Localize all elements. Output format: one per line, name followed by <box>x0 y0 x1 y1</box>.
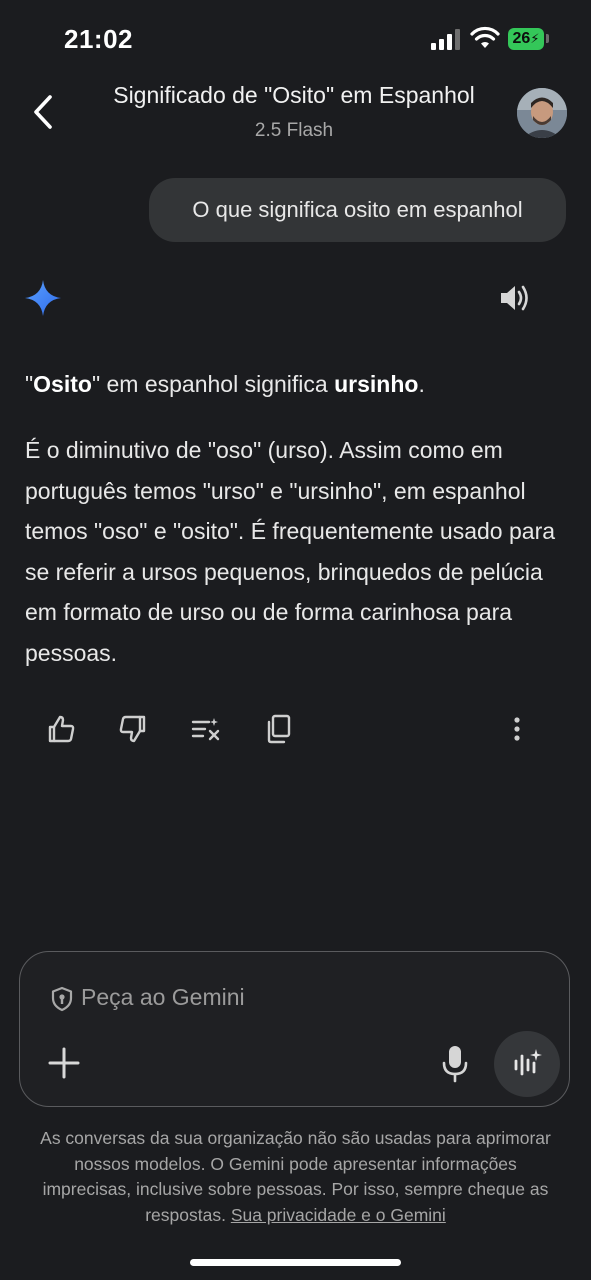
user-message-text: O que significa osito em espanhol <box>192 197 523 222</box>
avatar-photo <box>517 88 567 138</box>
response-quote-open: " <box>25 371 34 397</box>
modify-response-button[interactable] <box>189 712 223 746</box>
prompt-input-container[interactable] <box>19 951 570 1107</box>
privacy-disclaimer: As conversas da sua organização não são … <box>30 1126 561 1228</box>
speaker-icon[interactable] <box>498 282 532 314</box>
signal-icon <box>431 29 460 50</box>
live-waveform-icon <box>514 1049 542 1076</box>
status-time: 21:02 <box>64 24 133 54</box>
battery-charging-icon: 26 ⚡ <box>508 28 544 50</box>
response-text-2: . <box>418 371 425 397</box>
add-button[interactable] <box>46 1045 82 1081</box>
user-message-bubble[interactable]: O que significa osito em espanhol <box>149 178 566 242</box>
battery-level: 26 <box>512 30 531 47</box>
thumbs-up-icon <box>48 715 75 743</box>
home-indicator[interactable] <box>190 1259 401 1266</box>
modify-response-icon <box>191 718 220 741</box>
wifi-icon <box>470 26 500 48</box>
gemini-sparkle-icon <box>25 280 61 316</box>
more-options-button[interactable] <box>500 712 534 746</box>
thumbs-down-button[interactable] <box>116 712 150 746</box>
microphone-button[interactable] <box>440 1044 470 1084</box>
more-options-icon <box>514 717 520 741</box>
battery-cap <box>546 34 549 43</box>
response-text-1: " em espanhol significa <box>91 371 335 397</box>
privacy-link[interactable]: Sua privacidade e o Gemini <box>231 1205 446 1225</box>
response-bold-osito: Osito <box>33 371 92 397</box>
copy-icon <box>267 714 291 744</box>
prompt-input[interactable]: Peça ao Gemini <box>81 984 245 1011</box>
shield-icon <box>51 986 73 1012</box>
response-paragraph-1: "Osito" em espanhol significa ursinho. <box>25 364 565 405</box>
copy-button[interactable] <box>262 712 296 746</box>
avatar[interactable] <box>517 88 567 138</box>
gemini-live-button[interactable] <box>494 1031 560 1097</box>
conversation-title[interactable]: Significado de "Osito" em Espanhol <box>80 82 508 109</box>
response-bold-ursinho: ursinho <box>334 371 419 397</box>
thumbs-up-button[interactable] <box>44 712 78 746</box>
thumbs-down-icon <box>119 715 146 743</box>
back-button[interactable] <box>26 92 62 132</box>
model-label[interactable]: 2.5 Flash <box>80 120 508 142</box>
response-paragraph-2: É o diminutivo de "oso" (urso). Assim co… <box>25 437 556 666</box>
